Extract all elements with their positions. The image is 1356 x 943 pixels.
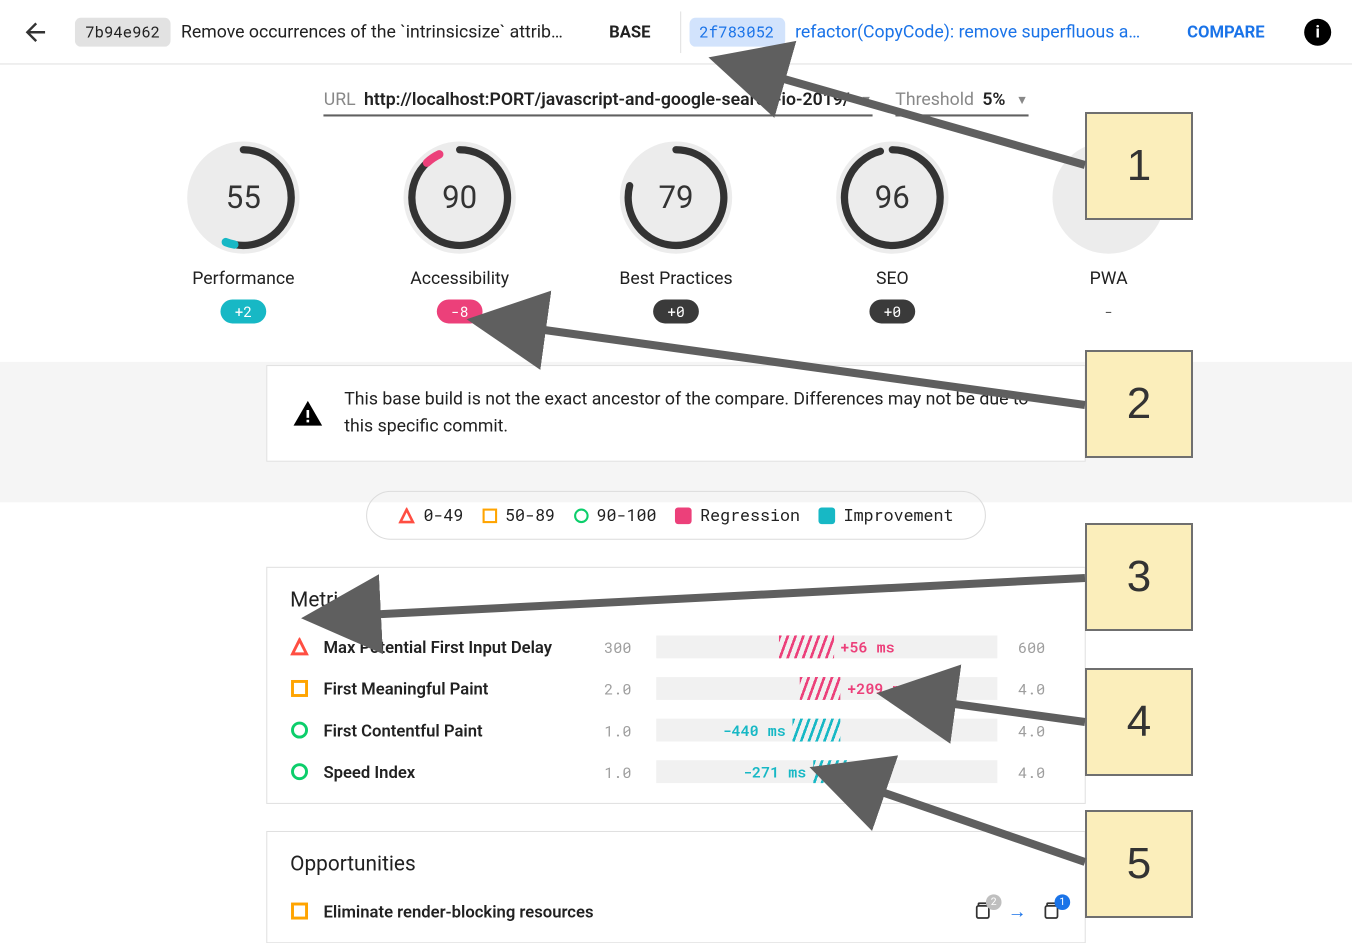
gauge-score: 79 [620,141,732,253]
opportunities-heading: Opportunities [290,851,1062,876]
improvement-swatch [819,507,836,524]
metric-name: Speed Index [323,762,604,782]
gauge-label: PWA [1090,268,1128,289]
gauge-seo[interactable]: 96 SEO +0 [820,141,966,323]
metric-row[interactable]: Speed Index 1.0 -271 ms 4.0 [290,751,1062,793]
base-commit[interactable]: 7b94e962 Remove occurrences of the `intr… [75,17,671,46]
gauge-performance[interactable]: 55 Performance +2 [171,141,317,323]
compare-role-label: COMPARE [1187,22,1265,42]
score-legend: 0-49 50-89 90-100 Regression Improvement [366,491,986,540]
url-selector[interactable]: URL http://localhost:PORT/javascript-and… [324,89,873,116]
regression-swatch [675,507,692,524]
info-icon[interactable]: i [1304,18,1331,45]
gauge-delta: +0 [653,300,700,324]
metric-name: First Meaningful Paint [323,679,604,699]
opportunity-name: Eliminate render-blocking resources [323,901,972,921]
metric-row[interactable]: Max Potential First Input Delay 300 +56 … [290,626,1062,668]
gauge-score: 90 [404,141,516,253]
metric-delta: +209 ms [847,679,910,699]
legend-improvement: Improvement [819,504,954,526]
chevron-down-icon: ▼ [1016,93,1028,108]
legend-regression: Regression [675,504,800,526]
gauge-label: Best Practices [619,268,732,289]
threshold-value: 5% [982,89,1005,110]
compare-commit-message: refactor(CopyCode): remove superfluous a… [795,21,1175,42]
base-commit-message: Remove occurrences of the `intrinsicsize… [181,21,597,42]
metric-row[interactable]: First Meaningful Paint 2.0 +209 ms 4.0 [290,668,1062,710]
legend-fail: 0-49 [398,504,463,526]
arrow-right-icon: → [1008,900,1027,922]
metric-range-low: 1.0 [604,720,650,740]
circle-icon [574,508,589,523]
header-separator [680,11,681,53]
gauge-label: Performance [192,268,294,289]
warning-icon [292,398,323,429]
gauge-accessibility[interactable]: 90 Accessibility -8 [387,141,533,323]
legend-pass: 90-100 [574,504,657,526]
gauge-delta: +0 [869,300,916,324]
metric-bar: +209 ms [656,677,997,700]
metric-range-high: 4.0 [1004,720,1046,740]
metrics-panel: Metrics Max Potential First Input Delay … [266,567,1086,804]
metric-range-low: 300 [604,637,650,657]
opportunity-row[interactable]: Eliminate render-blocking resources 2 → … [290,890,1062,932]
threshold-label: Threshold [895,89,974,110]
legend-average: 50-89 [482,504,555,526]
opportunities-panel: Opportunities Eliminate render-blocking … [266,831,1086,943]
annotation-1: 1 [1085,112,1193,220]
annotation-4: 4 [1085,668,1193,776]
circle-icon [290,721,309,740]
comparison-header: 7b94e962 Remove occurrences of the `intr… [0,0,1352,64]
gauge-delta: -8 [436,300,483,324]
annotation-3: 3 [1085,523,1193,631]
circle-icon [290,762,309,781]
compare-commit[interactable]: 2f783052 refactor(CopyCode): remove supe… [689,17,1285,46]
chevron-down-icon: ▼ [860,93,872,108]
gauge-score: 96 [836,141,948,253]
metric-delta: +56 ms [840,637,894,657]
threshold-selector[interactable]: Threshold 5% ▼ [895,89,1028,116]
gauge-delta: +2 [220,300,267,324]
triangle-icon [290,638,309,657]
gauge-score: 55 [187,141,299,253]
metric-range-high: 4.0 [1004,762,1046,782]
metric-name: First Contentful Paint [323,720,604,740]
metric-bar: +56 ms [656,635,997,658]
metric-bar: -440 ms [656,719,997,742]
metric-bar: -271 ms [656,760,997,783]
url-value: http://localhost:PORT/javascript-and-goo… [364,89,850,110]
gauge-delta: - [1090,300,1128,324]
metric-range-high: 4.0 [1004,679,1046,699]
opportunity-diff-icons: 2 → 1 [972,900,1061,922]
triangle-icon [398,507,415,524]
metrics-heading: Metrics [290,587,1062,612]
base-role-label: BASE [609,22,650,42]
compare-report-icon[interactable]: 1 [1041,901,1062,922]
metric-delta: -271 ms [743,762,806,782]
metric-range-high: 600 [1004,637,1046,657]
square-icon [290,902,309,921]
gauge-best-practices[interactable]: 79 Best Practices +0 [603,141,749,323]
back-arrow-icon[interactable] [21,17,50,46]
annotation-2: 2 [1085,350,1193,458]
metric-range-low: 1.0 [604,762,650,782]
metric-delta: -440 ms [723,720,786,740]
ancestor-warning-card: This base build is not the exact ancesto… [266,365,1086,462]
square-icon [482,508,497,523]
square-icon [290,679,309,698]
metric-range-low: 2.0 [604,679,650,699]
metric-row[interactable]: First Contentful Paint 1.0 -440 ms 4.0 [290,709,1062,751]
gauge-label: SEO [876,268,909,289]
compare-hash-chip: 2f783052 [689,17,785,46]
base-report-icon[interactable]: 2 [972,901,993,922]
warning-text: This base build is not the exact ancesto… [344,387,1060,440]
base-hash-chip: 7b94e962 [75,17,171,46]
metric-name: Max Potential First Input Delay [323,637,604,657]
gauge-label: Accessibility [410,268,509,289]
url-label: URL [324,89,356,110]
annotation-5: 5 [1085,810,1193,918]
